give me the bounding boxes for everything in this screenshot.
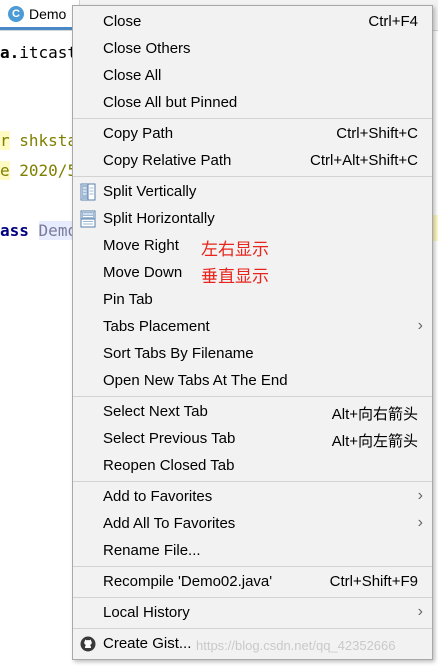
menu-item-select-previous-tab[interactable]: Select Previous Tab Alt+向左箭头 xyxy=(73,426,432,453)
chevron-right-icon: › xyxy=(417,487,423,504)
menu-separator xyxy=(73,628,432,629)
code-line-author: r shksta xyxy=(0,131,78,150)
menu-item-close-all[interactable]: Close All xyxy=(73,63,432,90)
menu-item-tabs-placement[interactable]: Tabs Placement › xyxy=(73,314,432,341)
chevron-right-icon: › xyxy=(417,603,423,620)
tab-context-menu: Close Ctrl+F4 Close Others Close All Clo… xyxy=(72,5,433,660)
code-line-date: e 2020/5 xyxy=(0,161,78,180)
menu-item-label: Recompile 'Demo02.java' xyxy=(103,573,273,590)
github-icon xyxy=(80,635,96,653)
split-horizontally-icon xyxy=(80,210,96,228)
menu-item-move-right[interactable]: Move Right 左右显示 xyxy=(73,233,432,260)
menu-item-split-horizontally[interactable]: Split Horizontally xyxy=(73,206,432,233)
menu-item-label: Tabs Placement xyxy=(103,318,210,335)
menu-item-sort-tabs[interactable]: Sort Tabs By Filename xyxy=(73,341,432,368)
menu-item-label: Select Next Tab xyxy=(103,403,208,420)
code-line-class: ass Demo xyxy=(0,221,78,240)
menu-item-pin-tab[interactable]: Pin Tab xyxy=(73,287,432,314)
menu-item-add-to-favorites[interactable]: Add to Favorites › xyxy=(73,484,432,511)
split-vertically-icon xyxy=(80,183,96,201)
menu-item-shortcut: Ctrl+Alt+Shift+C xyxy=(310,152,418,169)
menu-separator xyxy=(73,566,432,567)
menu-item-shortcut: Ctrl+Shift+C xyxy=(336,125,418,142)
menu-item-close-others[interactable]: Close Others xyxy=(73,36,432,63)
menu-item-shortcut: Alt+向左箭头 xyxy=(331,433,418,450)
menu-item-label: Reopen Closed Tab xyxy=(103,457,235,474)
menu-item-split-vertically[interactable]: Split Vertically xyxy=(73,179,432,206)
menu-item-select-next-tab[interactable]: Select Next Tab Alt+向右箭头 xyxy=(73,399,432,426)
menu-item-label: Add All To Favorites xyxy=(103,515,236,532)
menu-item-label: Close xyxy=(103,13,142,30)
annotation-note: 垂直显示 xyxy=(201,267,269,286)
chevron-right-icon: › xyxy=(417,514,423,531)
chevron-right-icon: › xyxy=(417,317,423,334)
menu-item-move-down[interactable]: Move Down 垂直显示 xyxy=(73,260,432,287)
menu-item-label: Close Others xyxy=(103,40,191,57)
watermark: https://blog.csdn.net/qq_42352666 xyxy=(196,638,396,653)
tab-label: Demo xyxy=(29,5,67,22)
menu-item-rename-file[interactable]: Rename File... xyxy=(73,538,432,565)
menu-separator xyxy=(73,118,432,119)
menu-item-shortcut: Ctrl+Shift+F9 xyxy=(329,573,418,590)
menu-item-recompile[interactable]: Recompile 'Demo02.java' Ctrl+Shift+F9 xyxy=(73,569,432,596)
menu-item-label: Split Vertically xyxy=(103,183,197,200)
menu-item-label: Move Down xyxy=(103,264,183,281)
menu-item-label: Open New Tabs At The End xyxy=(103,372,288,389)
menu-item-copy-path[interactable]: Copy Path Ctrl+Shift+C xyxy=(73,121,432,148)
code-line-package: a.itcast xyxy=(0,43,78,62)
menu-separator xyxy=(73,481,432,482)
java-class-icon: C xyxy=(8,5,24,22)
menu-item-shortcut: Alt+向右箭头 xyxy=(331,406,418,423)
editor-tab-demo[interactable]: C Demo xyxy=(0,0,80,30)
menu-item-label: Copy Relative Path xyxy=(103,152,232,169)
annotation-note: 左右显示 xyxy=(201,240,269,259)
menu-item-open-new-tabs-at-end[interactable]: Open New Tabs At The End xyxy=(73,368,432,395)
menu-item-label: Close All xyxy=(103,67,162,84)
menu-separator xyxy=(73,597,432,598)
menu-item-label: Pin Tab xyxy=(103,291,153,308)
menu-item-label: Close All but Pinned xyxy=(103,94,238,111)
menu-item-local-history[interactable]: Local History › xyxy=(73,600,432,627)
menu-item-reopen-closed-tab[interactable]: Reopen Closed Tab xyxy=(73,453,432,480)
menu-item-copy-relative-path[interactable]: Copy Relative Path Ctrl+Alt+Shift+C xyxy=(73,148,432,175)
menu-separator xyxy=(73,396,432,397)
menu-item-label: Local History xyxy=(103,604,190,621)
menu-item-label: Copy Path xyxy=(103,125,174,142)
menu-item-label: Create Gist... xyxy=(103,635,192,652)
menu-separator xyxy=(73,176,432,177)
menu-item-label: Select Previous Tab xyxy=(103,430,236,447)
menu-item-label: Sort Tabs By Filename xyxy=(103,345,254,362)
menu-item-label: Move Right xyxy=(103,237,179,254)
menu-item-label: Split Horizontally xyxy=(103,210,215,227)
menu-item-label: Add to Favorites xyxy=(103,488,213,505)
menu-item-close-all-but-pinned[interactable]: Close All but Pinned xyxy=(73,90,432,117)
menu-item-add-all-to-favorites[interactable]: Add All To Favorites › xyxy=(73,511,432,538)
menu-item-close[interactable]: Close Ctrl+F4 xyxy=(73,9,432,36)
menu-item-shortcut: Ctrl+F4 xyxy=(368,13,418,30)
menu-item-label: Rename File... xyxy=(103,542,201,559)
